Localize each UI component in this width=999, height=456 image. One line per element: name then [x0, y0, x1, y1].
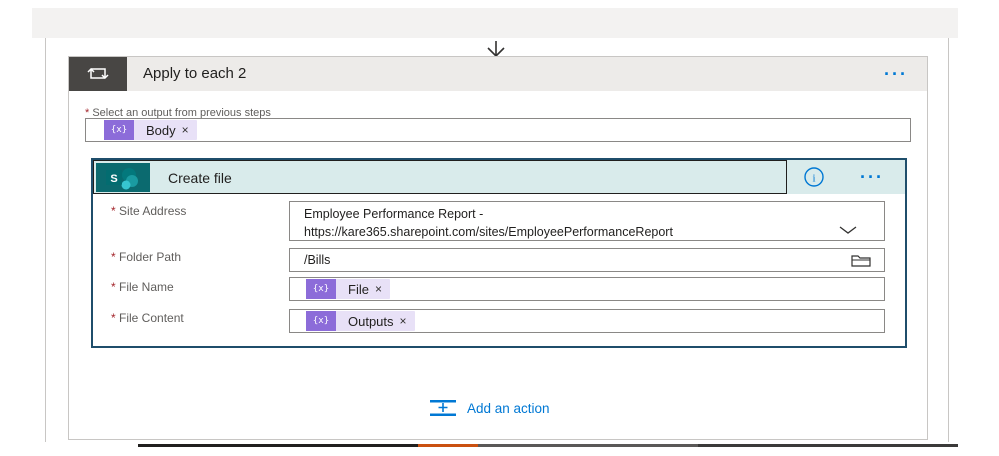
info-icon[interactable]: i: [803, 166, 825, 188]
dynamic-token-outputs[interactable]: {x} Outputs ×: [306, 311, 415, 331]
svg-text:i: i: [812, 173, 815, 185]
sharepoint-logo-letter: S: [110, 173, 117, 185]
dynamic-token-file[interactable]: {x} File ×: [306, 279, 390, 299]
folder-picker-icon[interactable]: [850, 253, 872, 268]
flow-designer-canvas: Apply to each 2 ··· * Select an output f…: [0, 0, 999, 456]
file-content-label-text: File Content: [119, 311, 184, 325]
site-address-dropdown[interactable]: Employee Performance Report - https://ka…: [289, 201, 885, 241]
required-marker: *: [111, 204, 116, 218]
add-action-icon: [430, 400, 456, 416]
file-name-label: * File Name: [111, 280, 174, 294]
site-address-value-line1: Employee Performance Report -: [304, 207, 484, 221]
required-marker: *: [111, 280, 116, 294]
folder-path-label-text: Folder Path: [119, 250, 182, 264]
loop-icon: [87, 67, 109, 80]
loop-icon-tile: [69, 57, 127, 91]
add-an-action-button[interactable]: Add an action: [429, 397, 550, 419]
sharepoint-logo-icon: S: [96, 163, 150, 192]
canvas-top-band: [32, 8, 958, 38]
add-an-action-label: Add an action: [467, 400, 550, 416]
required-marker: *: [111, 250, 116, 264]
folder-path-label: * Folder Path: [111, 250, 181, 264]
expression-icon: {x}: [306, 311, 336, 331]
create-file-card: S Create file i ··· * Site Address Emplo…: [91, 158, 907, 348]
create-file-more-menu-button[interactable]: ···: [860, 168, 884, 186]
folder-path-value: /Bills: [304, 253, 331, 267]
remove-token-icon[interactable]: ×: [373, 282, 390, 296]
site-address-value-line2: https://kare365.sharepoint.com/sites/Emp…: [304, 225, 673, 239]
token-label: Body: [146, 122, 176, 138]
strip-segment: [138, 444, 418, 447]
site-address-label-text: Site Address: [119, 204, 187, 218]
remove-token-icon[interactable]: ×: [180, 123, 197, 137]
file-content-input[interactable]: {x} Outputs ×: [289, 309, 885, 333]
token-label: File: [348, 281, 369, 297]
file-content-label: * File Content: [111, 311, 184, 325]
strip-segment-highlight: [418, 444, 478, 447]
dynamic-token-body[interactable]: {x} Body ×: [104, 120, 197, 140]
apply-to-each-header[interactable]: Apply to each 2 ···: [69, 57, 927, 91]
select-output-input[interactable]: {x} Body ×: [85, 118, 911, 142]
create-file-title: Create file: [168, 170, 232, 186]
apply-more-menu-button[interactable]: ···: [884, 65, 908, 83]
site-address-label: * Site Address: [111, 204, 186, 218]
expression-icon: {x}: [306, 279, 336, 299]
apply-to-each-title: Apply to each 2: [143, 65, 247, 82]
create-file-title-area[interactable]: S Create file: [93, 160, 787, 194]
required-marker: *: [111, 311, 116, 325]
create-file-header[interactable]: S Create file i ···: [93, 160, 905, 194]
chevron-down-icon[interactable]: [838, 224, 858, 236]
apply-to-each-card: Apply to each 2 ··· * Select an output f…: [68, 56, 928, 440]
bottom-scrollbar-strip: [138, 444, 958, 447]
token-label: Outputs: [348, 313, 394, 329]
folder-path-input[interactable]: /Bills: [289, 248, 885, 272]
remove-token-icon[interactable]: ×: [398, 314, 415, 328]
file-name-label-text: File Name: [119, 280, 174, 294]
file-name-input[interactable]: {x} File ×: [289, 277, 885, 301]
expression-icon: {x}: [104, 120, 134, 140]
